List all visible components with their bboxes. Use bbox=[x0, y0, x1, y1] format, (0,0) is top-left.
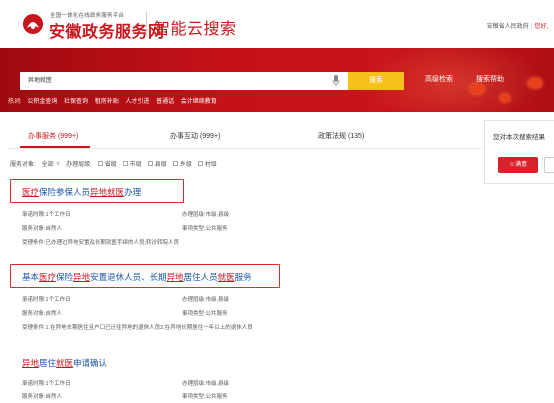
level-checkbox[interactable]: 乡级 bbox=[172, 159, 192, 168]
filter-object-dropdown[interactable]: 全部 ∨ bbox=[42, 159, 60, 168]
lantern-decoration bbox=[500, 94, 510, 102]
checkbox-icon bbox=[197, 161, 203, 166]
hot-word[interactable]: 普通话 bbox=[156, 99, 174, 105]
result-title-link[interactable]: 基本医疗保险异地安置退休人员、长期异地居住人员就医服务 bbox=[22, 271, 252, 283]
hot-label: 热词: bbox=[8, 99, 22, 105]
level-checkbox[interactable]: 省级 bbox=[97, 159, 117, 168]
level-checkbox[interactable]: 村级 bbox=[197, 159, 217, 168]
hot-word[interactable]: 租房补贴 bbox=[95, 99, 119, 105]
feedback-question: 您对本次搜索结果 bbox=[493, 134, 545, 141]
search-button[interactable]: 搜索 bbox=[348, 72, 404, 90]
result-promise-time: 承诺时限:1个工作日 bbox=[22, 212, 71, 218]
level-checkbox[interactable]: 县级 bbox=[147, 159, 167, 168]
feedback-panel: 您对本次搜索结果 bbox=[484, 120, 554, 184]
result-condition: 受理条件:1.在异地长期居住且户口已迁往异地的退休人员2.在异地长期居住一年以上… bbox=[22, 325, 253, 331]
title-keyword-highlight: 就医 bbox=[56, 358, 74, 368]
result-level: 办理层级:市级,县级 bbox=[182, 297, 230, 303]
advanced-search-link[interactable]: 高级检索 bbox=[425, 74, 453, 84]
result-level: 办理层级:市级,县级 bbox=[182, 381, 230, 387]
title-keyword-highlight: 异地 bbox=[22, 358, 40, 368]
filter-object-label: 服务对象: bbox=[10, 162, 36, 168]
result-service-object: 服务对象:自然人 bbox=[22, 394, 63, 400]
level-label: 县级 bbox=[154, 162, 167, 168]
result-type: 事项类型:公共服务 bbox=[182, 311, 228, 317]
level-label: 市级 bbox=[129, 162, 142, 168]
logo-icon bbox=[23, 14, 43, 34]
checkbox-icon bbox=[122, 161, 128, 166]
title-text: 申请确认 bbox=[73, 358, 108, 368]
title-keyword-highlight: 医疗 bbox=[39, 272, 57, 282]
title-keyword-highlight: 异地 bbox=[73, 272, 91, 282]
unsatisfied-button[interactable] bbox=[544, 157, 554, 173]
tab-interaction[interactable]: 办事互动 (999+) bbox=[170, 131, 220, 141]
title-text: 办理 bbox=[124, 187, 142, 197]
site-header: 全国一体化在线政务服务平台 安徽政务服务网 智能云搜索 安徽省人民政府 | 您好, bbox=[0, 0, 554, 48]
title-text: 安置退休人员、长期 bbox=[90, 272, 167, 282]
title-keyword-highlight: 医疗 bbox=[22, 187, 40, 197]
level-label: 村级 bbox=[204, 162, 217, 168]
hot-word[interactable]: 会计继续教育 bbox=[181, 99, 217, 105]
result-level: 办理层级:市级,县级 bbox=[182, 212, 230, 218]
title-text: 居住 bbox=[39, 358, 57, 368]
satisfied-label: 满意 bbox=[515, 162, 528, 168]
result-type: 事项类型:公共服务 bbox=[182, 226, 228, 232]
title-text: 居住人员 bbox=[183, 272, 218, 282]
result-condition: 受理条件:已办理过异地安置及长期就医手续的人员;转诊转院人员 bbox=[22, 240, 180, 246]
title-text: 保险参保人员 bbox=[39, 187, 91, 197]
lantern-decoration bbox=[528, 78, 542, 88]
result-service-object: 服务对象:自然人 bbox=[22, 226, 63, 232]
tab-services[interactable]: 办事服务 (999+) bbox=[28, 131, 78, 141]
title-keyword-highlight: 异地 bbox=[166, 272, 184, 282]
tabs-divider bbox=[8, 148, 482, 149]
search-input[interactable]: 异地就医 bbox=[20, 72, 348, 90]
header-user-area: 安徽省人民政府 | 您好, bbox=[486, 24, 548, 30]
result-promise-time: 承诺时限:1个工作日 bbox=[22, 297, 71, 303]
result-promise-time: 承诺时限:1个工作日 bbox=[22, 381, 71, 387]
result-type: 事项类型:公共服务 bbox=[182, 394, 228, 400]
filter-object-value: 全部 bbox=[41, 162, 54, 168]
chevron-down-icon: ∨ bbox=[55, 161, 61, 167]
title-text: 服务 bbox=[234, 272, 252, 282]
level-label: 省级 bbox=[104, 162, 117, 168]
filter-level-label: 办理层级: bbox=[66, 162, 92, 168]
result-title-link[interactable]: 异地居住就医申请确认 bbox=[22, 357, 107, 369]
search-help-link[interactable]: 搜索帮助 bbox=[476, 74, 504, 84]
title-text: 基本 bbox=[22, 272, 40, 282]
hot-word[interactable]: 人才引进 bbox=[125, 99, 149, 105]
greeting[interactable]: 您好, bbox=[534, 24, 548, 30]
title-keyword-highlight: 就医 bbox=[107, 187, 125, 197]
satisfied-button[interactable]: ☺满意 bbox=[498, 157, 538, 173]
tab-policies[interactable]: 政策法规 (135) bbox=[318, 131, 364, 141]
level-label: 乡级 bbox=[179, 162, 192, 168]
logo-divider bbox=[146, 12, 147, 36]
hot-word[interactable]: 公积金查询 bbox=[27, 99, 57, 105]
result-title-link[interactable]: 医疗保险参保人员异地就医办理 bbox=[22, 186, 141, 198]
level-checkbox[interactable]: 市级 bbox=[122, 159, 142, 168]
checkbox-icon bbox=[147, 161, 153, 166]
lantern-decoration bbox=[470, 84, 484, 94]
title-keyword-highlight: 异地 bbox=[90, 187, 108, 197]
title-keyword-highlight: 就医 bbox=[217, 272, 235, 282]
org-link[interactable]: 安徽省人民政府 bbox=[487, 24, 529, 30]
hot-word[interactable]: 社保查询 bbox=[64, 99, 88, 105]
filter-bar: 服务对象: 全部 ∨ 办理层级: 省级 市级 县级 乡级 村级 bbox=[10, 159, 223, 168]
result-service-object: 服务对象:自然人 bbox=[22, 311, 63, 317]
microphone-icon[interactable] bbox=[332, 75, 340, 87]
checkbox-icon bbox=[97, 161, 103, 166]
hot-words: 热词: 公积金查询 社保查询 租房补贴 人才引进 普通话 会计继续教育 bbox=[8, 96, 222, 105]
site-name[interactable]: 安徽政务服务网 bbox=[49, 18, 165, 42]
checkbox-icon bbox=[172, 161, 178, 166]
product-name: 智能云搜索 bbox=[154, 21, 237, 38]
title-text: 保险 bbox=[56, 272, 74, 282]
